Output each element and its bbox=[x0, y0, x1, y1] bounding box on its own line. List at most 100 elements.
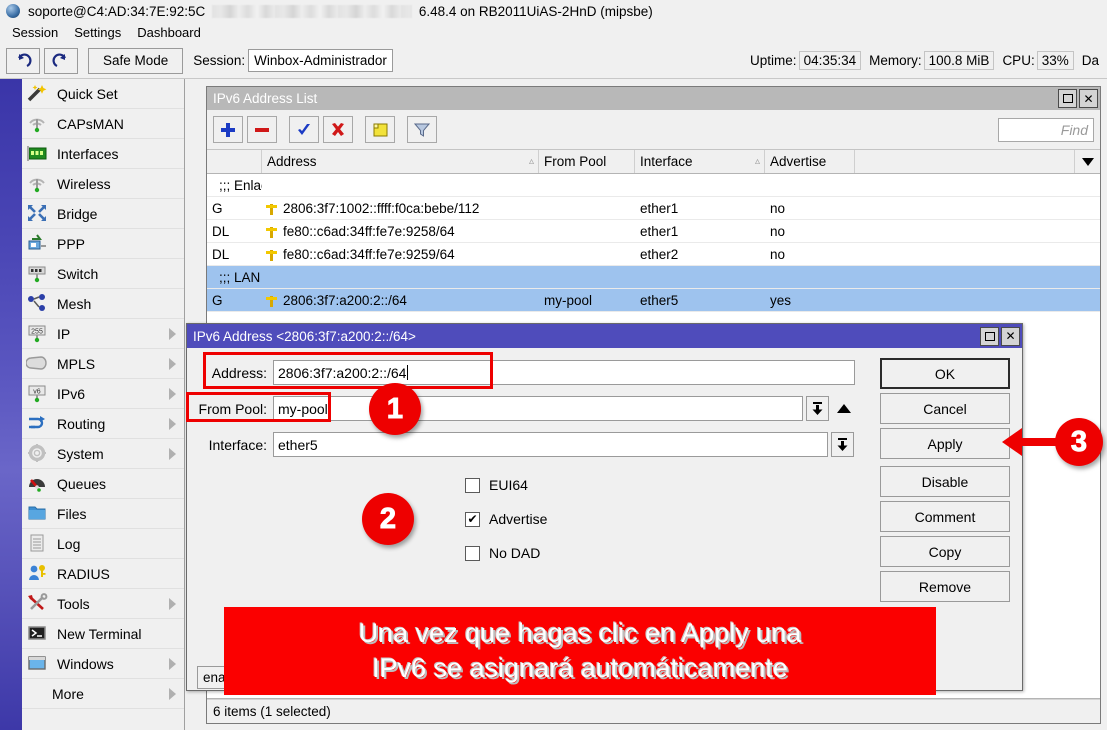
comment-button[interactable]: Comment bbox=[880, 501, 1010, 532]
column-chooser-button[interactable] bbox=[1074, 150, 1100, 173]
disable-button[interactable] bbox=[323, 116, 353, 143]
sidebar-item-label: Routing bbox=[57, 416, 105, 432]
remove-button[interactable]: Remove bbox=[880, 571, 1010, 602]
sidebar-item-system[interactable]: System bbox=[22, 439, 184, 469]
restore-icon[interactable] bbox=[980, 327, 999, 346]
undo-button[interactable] bbox=[6, 48, 40, 74]
copy-button[interactable]: Copy bbox=[880, 536, 1010, 567]
filter-button[interactable] bbox=[407, 116, 437, 143]
eui64-label: EUI64 bbox=[489, 477, 528, 493]
plus-icon bbox=[220, 122, 236, 138]
sidebar-item-capsman[interactable]: CAPsMAN bbox=[22, 109, 184, 139]
sidebar-item-ipv6[interactable]: v6 IPv6 bbox=[22, 379, 184, 409]
sidebar-item-tools[interactable]: Tools bbox=[22, 589, 184, 619]
queues-gauge-icon bbox=[26, 473, 52, 495]
sidebar-item-ip[interactable]: 255 IP bbox=[22, 319, 184, 349]
dialog-window-controls: ✕ bbox=[978, 324, 1022, 348]
svg-text:255: 255 bbox=[31, 328, 43, 335]
sidebar-item-radius[interactable]: RADIUS bbox=[22, 559, 184, 589]
column-header-advertise[interactable]: Advertise bbox=[765, 150, 855, 173]
chevron-right-icon bbox=[169, 388, 176, 400]
from-pool-collapse-icon[interactable] bbox=[837, 404, 851, 413]
sidebar-item-mesh[interactable]: Mesh bbox=[22, 289, 184, 319]
column-header-label: Interface bbox=[640, 154, 693, 169]
interface-dropdown-button[interactable] bbox=[831, 432, 854, 457]
ok-button[interactable]: OK bbox=[880, 358, 1010, 389]
redo-button[interactable] bbox=[44, 48, 78, 74]
sidebar-item-mpls[interactable]: MPLS bbox=[22, 349, 184, 379]
close-icon[interactable]: ✕ bbox=[1079, 89, 1098, 108]
cancel-button[interactable]: Cancel bbox=[880, 393, 1010, 424]
close-icon[interactable]: ✕ bbox=[1001, 327, 1020, 346]
session-value[interactable]: Winbox-Administrador bbox=[248, 49, 393, 72]
sidebar-brand-strip: RouterOS WinBox bbox=[0, 79, 22, 730]
add-button[interactable] bbox=[213, 116, 243, 143]
sidebar-item-windows[interactable]: Windows bbox=[22, 649, 184, 679]
advertise-checkbox[interactable]: ✔ bbox=[465, 512, 480, 527]
menu-item-session[interactable]: Session bbox=[4, 23, 66, 42]
sidebar-item-label: RADIUS bbox=[57, 566, 110, 582]
eui64-checkbox[interactable] bbox=[465, 478, 480, 493]
remove-button[interactable] bbox=[247, 116, 277, 143]
mpls-tag-icon bbox=[26, 353, 52, 375]
find-input[interactable]: Find bbox=[998, 118, 1094, 142]
cell-address: fe80::c6ad:34ff:fe7e:9259/64 bbox=[262, 243, 539, 265]
sidebar-menu: Quick Set CAPsMAN bbox=[22, 79, 185, 730]
column-header-interface[interactable]: Interface ▵ bbox=[635, 150, 765, 173]
menu-item-settings[interactable]: Settings bbox=[66, 23, 129, 42]
from-pool-dropdown-button[interactable] bbox=[806, 396, 829, 421]
restore-icon[interactable] bbox=[1058, 89, 1077, 108]
sidebar-item-more[interactable]: More bbox=[22, 679, 184, 709]
sidebar-item-interfaces[interactable]: Interfaces bbox=[22, 139, 184, 169]
no-dad-checkbox[interactable] bbox=[465, 546, 480, 561]
winbox-logo-icon bbox=[6, 4, 20, 18]
table-row[interactable]: DL fe80::c6ad:34ff:fe7e:9258/64 ether1 n… bbox=[207, 220, 1100, 243]
disable-button[interactable]: Disable bbox=[880, 466, 1010, 497]
interface-input[interactable]: ether5 bbox=[273, 432, 828, 457]
column-header-flags[interactable] bbox=[207, 150, 262, 173]
app-title-suffix: 6.48.4 on RB2011UiAS-2HnD (mipsbe) bbox=[419, 4, 653, 19]
sort-indicator-icon: ▵ bbox=[755, 156, 760, 167]
text-caret bbox=[407, 365, 408, 380]
sidebar-item-label: System bbox=[57, 446, 104, 462]
from-pool-input[interactable]: my-pool bbox=[273, 396, 803, 421]
check-icon bbox=[296, 122, 312, 138]
sidebar-item-files[interactable]: Files bbox=[22, 499, 184, 529]
sidebar-item-new-terminal[interactable]: New Terminal bbox=[22, 619, 184, 649]
column-header-from-pool[interactable]: From Pool bbox=[539, 150, 635, 173]
address-label: Address: bbox=[187, 365, 267, 381]
row-comment: ;;; LAN bbox=[207, 266, 262, 288]
sidebar-item-ppp[interactable]: PPP bbox=[22, 229, 184, 259]
table-row[interactable]: G 2806:3f7:a200:2::/64 my-pool ether5 ye… bbox=[207, 289, 1100, 312]
sidebar-item-label: Bridge bbox=[57, 206, 97, 222]
cell-interface: ether1 bbox=[635, 220, 765, 242]
sidebar-item-label: IP bbox=[57, 326, 70, 342]
table-row[interactable]: ;;; Enlace-con-CARRIER bbox=[207, 174, 1100, 197]
sidebar-item-label: Files bbox=[57, 506, 87, 522]
sidebar-item-bridge[interactable]: Bridge bbox=[22, 199, 184, 229]
comment-button[interactable] bbox=[365, 116, 395, 143]
address-input[interactable]: 2806:3f7:a200:2::/64 bbox=[273, 360, 855, 385]
annotation-arrow-apply bbox=[1000, 424, 1062, 460]
sidebar-item-log[interactable]: Log bbox=[22, 529, 184, 559]
table-row[interactable]: DL fe80::c6ad:34ff:fe7e:9259/64 ether2 n… bbox=[207, 243, 1100, 266]
antenna-icon bbox=[26, 113, 52, 135]
table-row[interactable]: G 2806:3f7:1002::ffff:f0ca:bebe/112 ethe… bbox=[207, 197, 1100, 220]
apply-button[interactable]: Apply bbox=[880, 428, 1010, 459]
dialog-title-text: IPv6 Address <2806:3f7:a200:2::/64> bbox=[193, 329, 416, 344]
cell-from-pool bbox=[539, 220, 635, 242]
sidebar-item-queues[interactable]: Queues bbox=[22, 469, 184, 499]
sidebar-item-label: Mesh bbox=[57, 296, 91, 312]
sidebar-item-wireless[interactable]: Wireless bbox=[22, 169, 184, 199]
cell-from-pool: my-pool bbox=[539, 289, 635, 311]
sidebar-item-routing[interactable]: Routing bbox=[22, 409, 184, 439]
sidebar-item-quick-set[interactable]: Quick Set bbox=[22, 79, 184, 109]
menu-item-dashboard[interactable]: Dashboard bbox=[129, 23, 209, 42]
sidebar-item-switch[interactable]: Switch bbox=[22, 259, 184, 289]
safe-mode-button[interactable]: Safe Mode bbox=[88, 48, 183, 74]
cell-address: 2806:3f7:a200:2::/64 bbox=[262, 289, 539, 311]
column-header-label: Address bbox=[267, 154, 317, 169]
enable-button[interactable] bbox=[289, 116, 319, 143]
table-row[interactable]: ;;; LAN bbox=[207, 266, 1100, 289]
column-header-address[interactable]: Address ▵ bbox=[262, 150, 539, 173]
